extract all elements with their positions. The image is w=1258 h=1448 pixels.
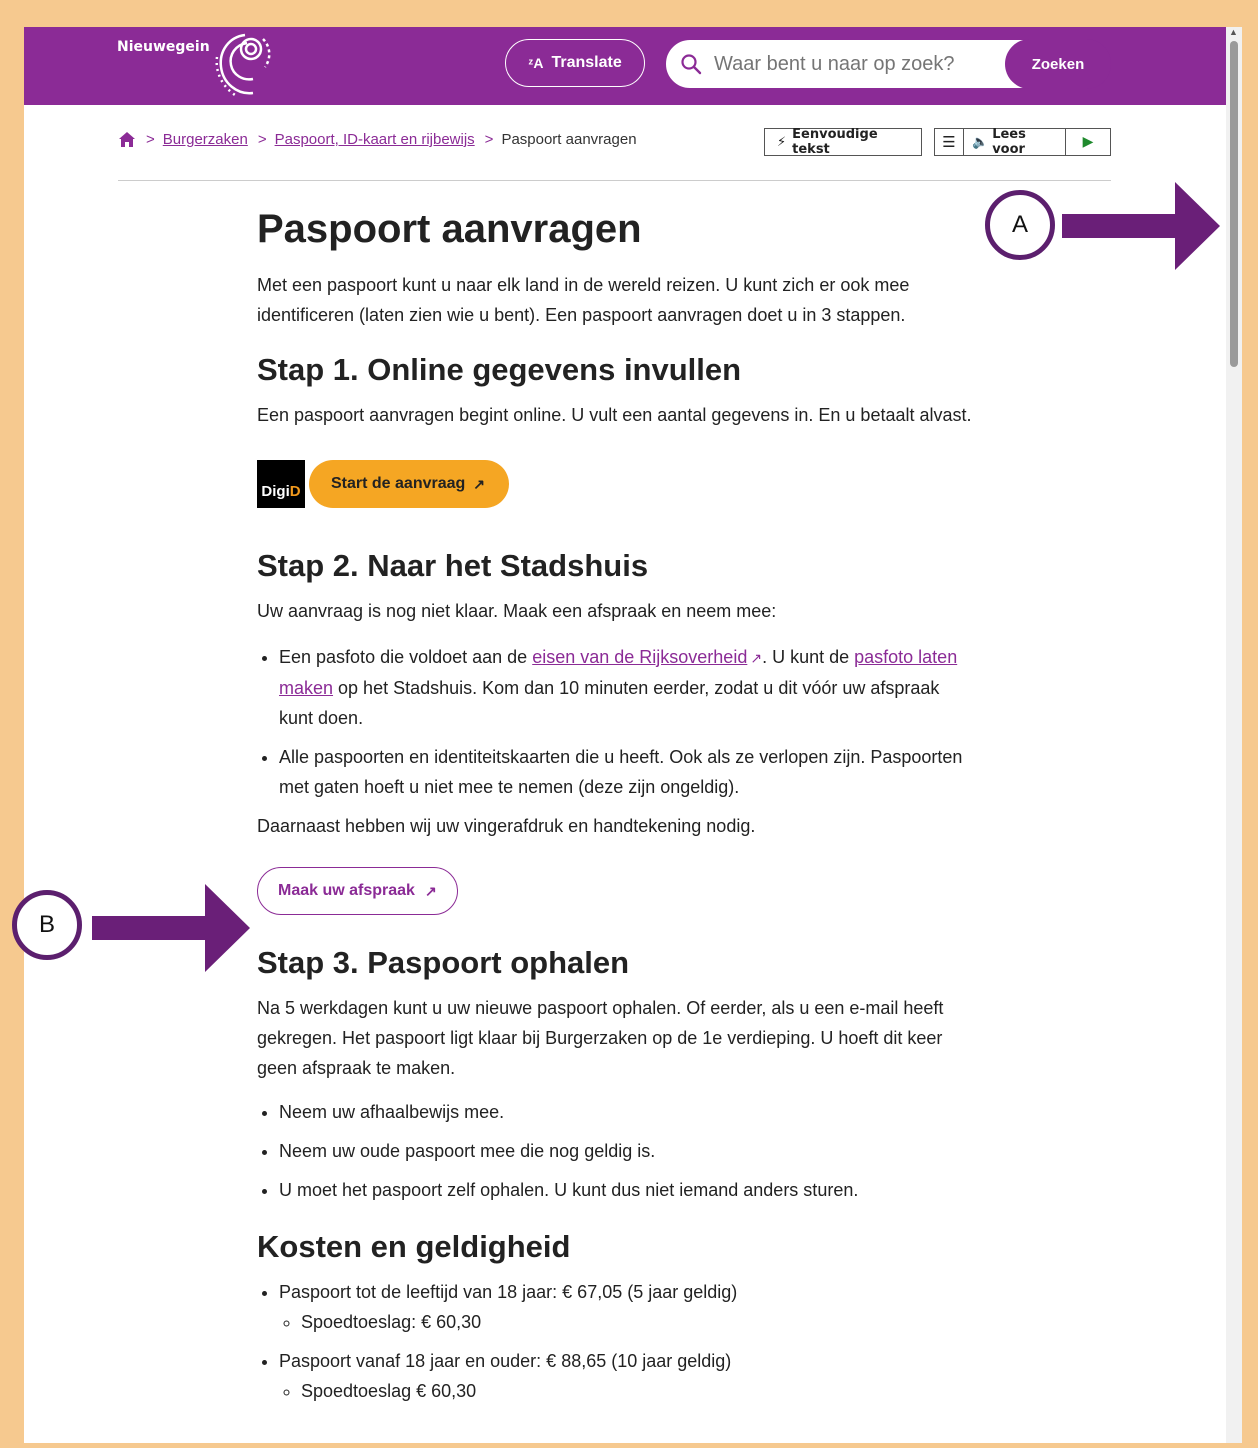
step3-text: Na 5 werkdagen kunt u uw nieuwe paspoort…: [257, 998, 944, 1078]
simple-text-tool: ⚡ Eenvoudige tekst: [764, 127, 922, 157]
sub-list: Spoedtoeslag € 60,30: [279, 1376, 977, 1406]
costs-list: Paspoort tot de leeftijd van 18 jaar: € …: [257, 1277, 977, 1406]
main-content: Paspoort aanvragen Met een paspoort kunt…: [257, 207, 977, 1415]
breadcrumb-burgerzaken[interactable]: Burgerzaken: [163, 131, 248, 148]
step3-heading: Stap 3. Paspoort ophalen: [257, 945, 630, 980]
list-item: U moet het paspoort zelf ophalen. U kunt…: [279, 1175, 977, 1205]
costs-heading: Kosten en geldigheid: [257, 1229, 571, 1264]
list-text: Een pasfoto die voldoet aan de: [279, 647, 533, 667]
divider: [118, 180, 1111, 181]
translate-label: Translate: [551, 54, 622, 71]
menu-icon[interactable]: ☰: [935, 129, 964, 155]
start-application-label: Start de aanvraag: [331, 475, 466, 492]
scrollbar[interactable]: ▲: [1226, 27, 1242, 1443]
external-link-icon: ↗: [424, 882, 437, 899]
start-application-button[interactable]: Start de aanvraag ↗: [309, 460, 510, 508]
read-aloud-label: Lees voor: [992, 127, 1026, 157]
page-title: Paspoort aanvragen: [257, 207, 642, 251]
digid-logo-text: Digi: [261, 483, 290, 500]
sub-list-item: Spoedtoeslag: € 60,30: [301, 1307, 977, 1337]
arrow-right-icon: [92, 884, 250, 972]
step2-text: Uw aanvraag is nog niet klaar. Maak een …: [257, 601, 777, 621]
list-text: . U kunt de: [762, 647, 855, 667]
step1-heading: Stap 1. Online gegevens invullen: [257, 352, 742, 387]
intro-text: Met een paspoort kunt u naar elk land in…: [257, 275, 910, 325]
logo-swirl-icon[interactable]: [209, 27, 279, 101]
rijksoverheid-link[interactable]: eisen van de Rijksoverheid: [532, 647, 747, 667]
list-item: Neem uw oude paspoort mee die nog geldig…: [279, 1136, 977, 1166]
external-link-icon: ↗: [473, 475, 486, 492]
read-aloud-bar: ☰ 🔈 Lees voor ▶: [934, 127, 1111, 157]
sub-list: Spoedtoeslag: € 60,30: [279, 1307, 977, 1337]
annotation-marker-b: B: [12, 890, 82, 960]
read-aloud-button[interactable]: 🔈 Lees voor: [964, 127, 1066, 157]
digid-logo-accent: D: [289, 483, 301, 500]
list-text: op het Stadshuis. Kom dan 10 minuten eer…: [279, 678, 940, 728]
arrow-right-icon: [1062, 182, 1220, 270]
lightning-icon: ⚡: [777, 134, 787, 150]
translate-button[interactable]: ᶻA Translate: [505, 39, 645, 87]
translate-icon: ᶻA: [528, 55, 544, 71]
list-item: Neem uw afhaalbewijs mee.: [279, 1097, 977, 1127]
search-button[interactable]: Zoeken: [1005, 39, 1111, 89]
annotation-marker-a: A: [985, 190, 1055, 260]
scrollbar-thumb[interactable]: [1230, 41, 1238, 367]
step3-list: Neem uw afhaalbewijs mee. Neem uw oude p…: [257, 1097, 977, 1205]
read-aloud-toolbar: ☰ 🔈 Lees voor ▶: [934, 127, 1111, 157]
list-item: Paspoort tot de leeftijd van 18 jaar: € …: [279, 1277, 977, 1337]
home-icon[interactable]: [118, 131, 136, 148]
scroll-up-arrow-icon[interactable]: ▲: [1229, 27, 1238, 37]
list-item: Alle paspoorten en identiteitskaarten di…: [279, 742, 977, 802]
make-appointment-label: Maak uw afspraak: [278, 882, 415, 899]
step1-text: Een paspoort aanvragen begint online. U …: [257, 405, 972, 425]
step2-list: Een pasfoto die voldoet aan de eisen van…: [257, 642, 977, 802]
list-item: Een pasfoto die voldoet aan de eisen van…: [279, 642, 977, 733]
make-appointment-button[interactable]: Maak uw afspraak ↗: [257, 867, 458, 915]
simple-text-label: Eenvoudige tekst: [792, 127, 878, 157]
search-bar: Zoeken: [665, 39, 1111, 89]
breadcrumb-paspoort-id-rijbewijs[interactable]: Paspoort, ID-kaart en rijbewijs: [275, 131, 475, 148]
chevron-right-icon: >: [146, 131, 155, 148]
chevron-right-icon: >: [257, 131, 267, 148]
digid-row: Digi D Start de aanvraag ↗: [257, 460, 977, 508]
step2-extra-text: Daarnaast hebben wij uw vingerafdruk en …: [257, 816, 756, 836]
speaker-icon: 🔈: [972, 134, 989, 150]
breadcrumb: > Burgerzaken > Paspoort, ID-kaart en ri…: [118, 131, 637, 148]
external-link-icon: ↗: [750, 650, 763, 666]
digid-logo: Digi D: [257, 460, 305, 508]
play-icon[interactable]: ▶: [1066, 134, 1110, 150]
search-icon: [681, 54, 702, 75]
step2-heading: Stap 2. Naar het Stadshuis: [257, 548, 649, 583]
list-item: Paspoort vanaf 18 jaar en ouder: € 88,65…: [279, 1346, 977, 1406]
sub-list-item: Spoedtoeslag € 60,30: [301, 1376, 977, 1406]
breadcrumb-current: Paspoort aanvragen: [501, 131, 637, 148]
cost-text: Paspoort vanaf 18 jaar en ouder: € 88,65…: [279, 1351, 732, 1371]
chevron-right-icon: >: [484, 131, 494, 148]
site-logo-text[interactable]: Nieuwegein: [117, 39, 210, 55]
search-input[interactable]: [712, 51, 996, 77]
simple-text-button[interactable]: ⚡ Eenvoudige tekst: [764, 127, 922, 157]
cost-text: Paspoort tot de leeftijd van 18 jaar: € …: [279, 1282, 738, 1302]
site-header: Nieuwegein ᶻA Translate Zoeken: [24, 27, 1226, 105]
